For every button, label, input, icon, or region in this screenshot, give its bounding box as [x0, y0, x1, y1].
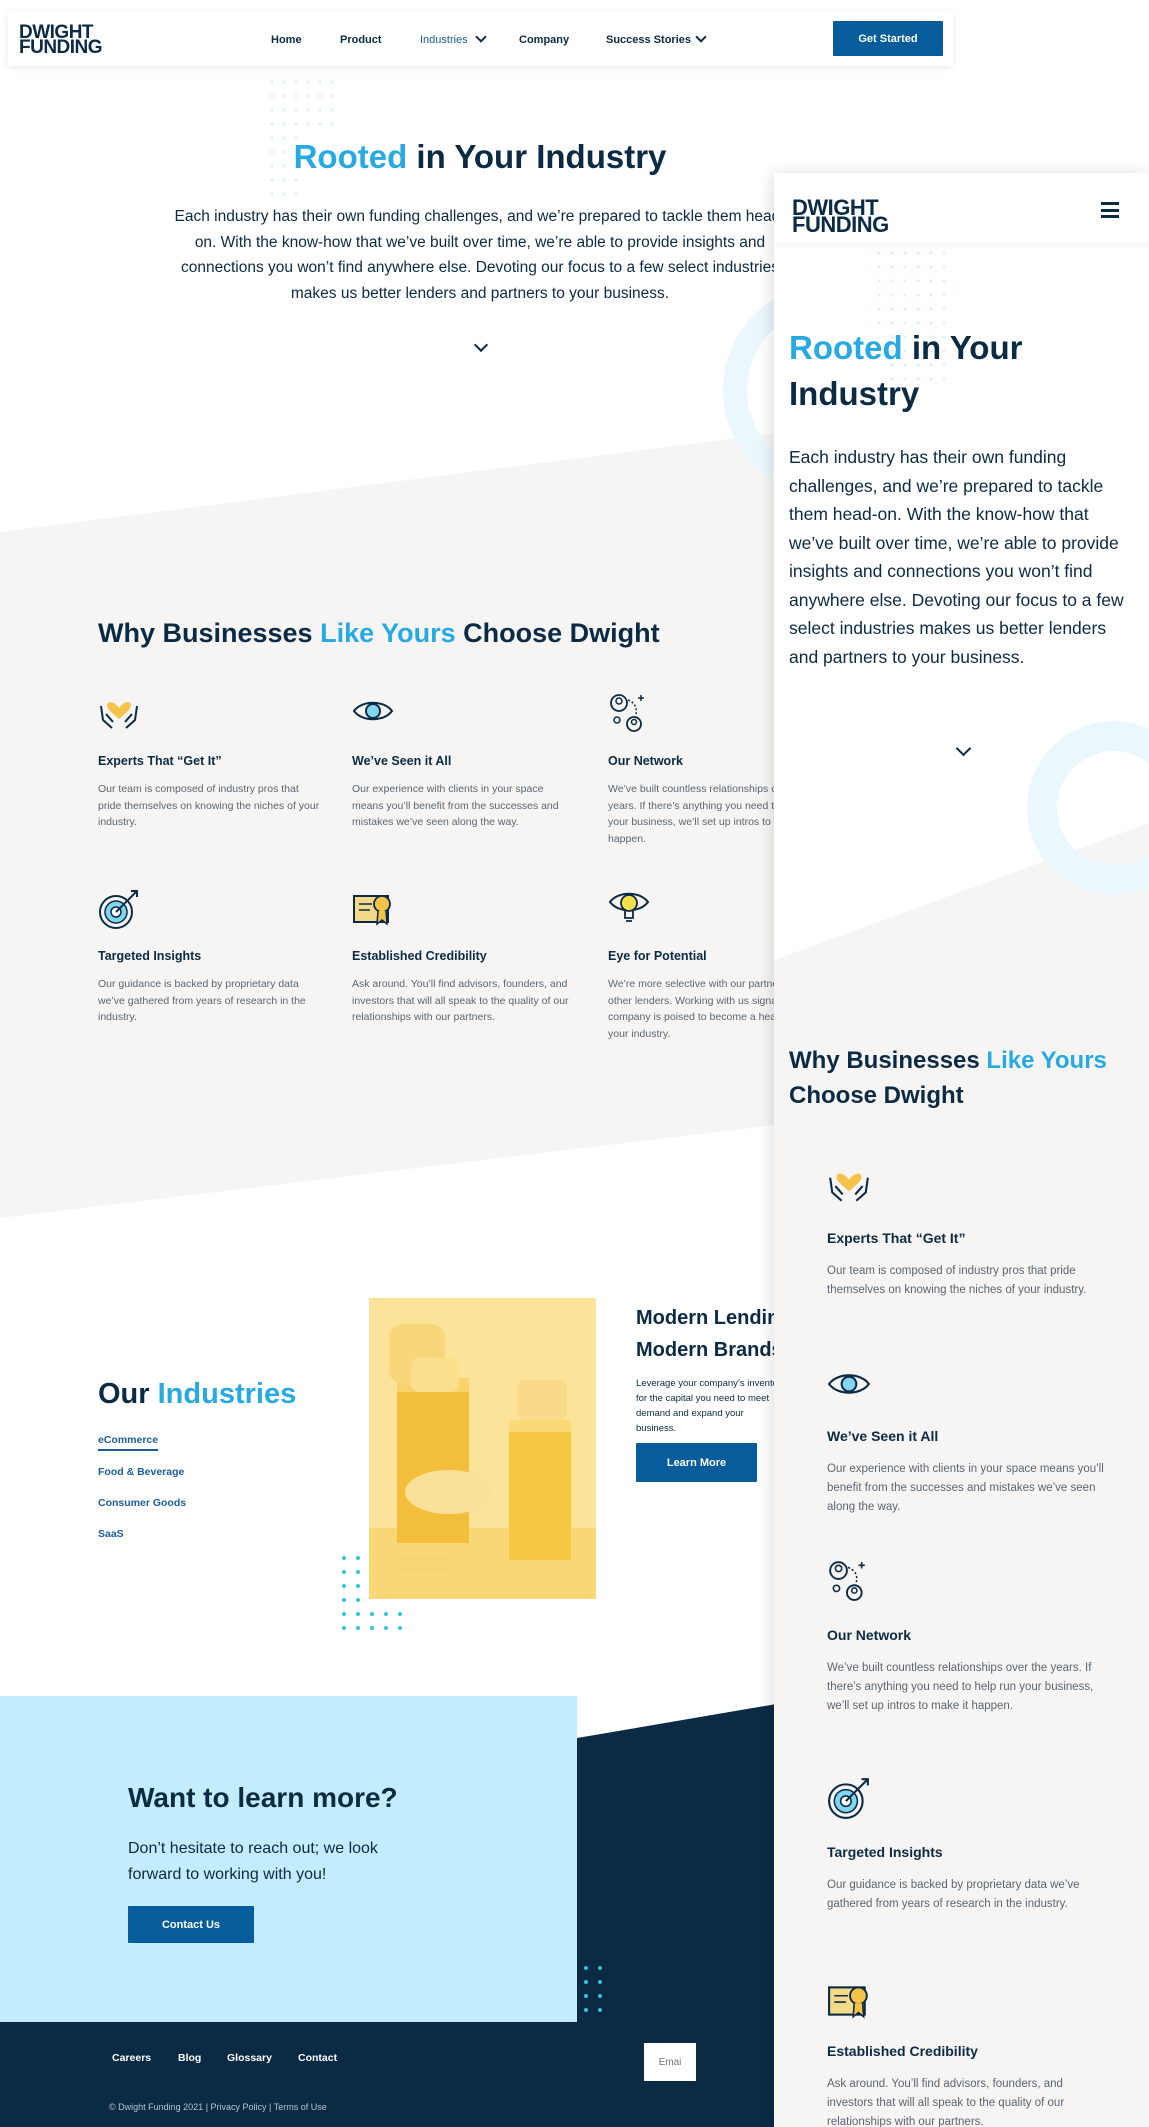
- mobile-why-title-post: Choose Dwight: [789, 1082, 964, 1109]
- footer-link-careers[interactable]: Careers: [112, 2052, 151, 2064]
- industries-title: Our Industries: [98, 1378, 296, 1411]
- industry-link-consumer-goods[interactable]: Consumer Goods: [98, 1497, 186, 1509]
- nav-home[interactable]: Home: [271, 34, 302, 46]
- learn-more-button[interactable]: Learn More: [636, 1443, 757, 1482]
- footer-link-blog[interactable]: Blog: [178, 2052, 201, 2064]
- mobile-certificate-icon: [828, 1986, 868, 2019]
- eye-icon: [352, 701, 394, 721]
- brand-logo[interactable]: DWIGHT FUNDING: [19, 23, 103, 58]
- nav-company[interactable]: Company: [519, 34, 569, 46]
- nav-success-stories[interactable]: Success Stories: [606, 34, 691, 46]
- hero-title: Rooted in Your Industry: [0, 138, 960, 176]
- footer-link-contact[interactable]: Contact: [298, 2052, 337, 2064]
- footer-link-glossary[interactable]: Glossary: [227, 2052, 272, 2064]
- nav-product[interactable]: Product: [340, 34, 382, 46]
- logo-line-2: FUNDING: [19, 37, 103, 58]
- network-icon: [610, 694, 644, 732]
- get-started-button[interactable]: Get Started: [833, 21, 943, 56]
- lightbulb-eye-icon: [608, 892, 650, 922]
- feature-text-insights: Our guidance is backed by proprietary da…: [98, 978, 306, 1023]
- mobile-hands-heart-icon: [829, 1173, 869, 1202]
- cta-text: Don’t hesitate to reach out; we look for…: [128, 1840, 378, 1883]
- mobile-feature-text-experts: Our team is composed of industry pros th…: [827, 1265, 1087, 1296]
- footer-copyright: © Dwight Funding 2021 | Privacy Policy |…: [109, 2102, 327, 2112]
- mobile-feature-title-experts: Experts That “Get It”: [827, 1230, 966, 1246]
- mobile-hero-description: Each industry has their own funding chal…: [789, 447, 1124, 667]
- mobile-why-title: Why Businesses Like Yours Choose Dwight: [789, 1043, 1119, 1113]
- mobile-logo-line-2: FUNDING: [792, 212, 889, 237]
- feature-text-credibility: Ask around. You’ll find advisors, founde…: [352, 978, 569, 1023]
- feature-title-credibility: Established Credibility: [352, 949, 487, 963]
- why-section-title: Why Businesses Like Yours Choose Dwight: [98, 618, 660, 649]
- mobile-hero-title-accent: Rooted: [789, 329, 903, 366]
- hero-title-accent: Rooted: [293, 138, 408, 175]
- industries-title-pre: Our: [98, 1378, 158, 1410]
- hands-heart-icon: [100, 702, 138, 729]
- feature-title-network: Our Network: [608, 754, 684, 768]
- industry-link-food-beverage[interactable]: Food & Beverage: [98, 1466, 184, 1478]
- mobile-feature-text-seen-it-all: Our experience with clients in your spac…: [827, 1463, 1104, 1513]
- mobile-feature-title-seen-it-all: We’ve Seen it All: [827, 1428, 939, 1444]
- mobile-feature-text-credibility: Ask around. You’ll find advisors, founde…: [827, 2078, 1065, 2127]
- mobile-feature-text-insights: Our guidance is backed by proprietary da…: [827, 1879, 1080, 1910]
- industry-link-saas[interactable]: SaaS: [98, 1528, 124, 1540]
- success-stories-chevron-down-icon[interactable]: [695, 31, 707, 43]
- feature-title-seen-it-all: We’ve Seen it All: [352, 754, 452, 768]
- industry-link-ecommerce[interactable]: eCommerce: [98, 1434, 159, 1451]
- mobile-hero-title: Rooted in Your Industry: [789, 325, 1119, 417]
- nav-industries[interactable]: Industries: [420, 34, 468, 46]
- mobile-brand-logo[interactable]: DWIGHT FUNDING: [792, 197, 889, 237]
- mobile-feature-title-network: Our Network: [827, 1627, 912, 1643]
- modern-lending-text: Leverage your company’s inventory for th…: [636, 1378, 786, 1434]
- feature-title-potential: Eye for Potential: [608, 949, 707, 963]
- mobile-feature-title-insights: Targeted Insights: [827, 1844, 943, 1860]
- mobile-target-icon: [828, 1778, 869, 1819]
- industries-title-accent: Industries: [157, 1378, 297, 1410]
- mobile-feature-title-credibility: Established Credibility: [827, 2043, 978, 2059]
- feature-text-experts: Our team is composed of industry pros th…: [98, 783, 320, 828]
- mobile-why-title-accent: Like Yours: [986, 1047, 1107, 1074]
- top-navigation-bar: DWIGHT FUNDING Home Product Industries C…: [8, 12, 953, 66]
- feature-title-insights: Targeted Insights: [98, 949, 202, 963]
- certificate-icon: [353, 895, 391, 926]
- hero-title-rest: in Your Industry: [407, 138, 667, 175]
- footer-email-input[interactable]: [644, 2043, 696, 2081]
- hamburger-icon[interactable]: [1101, 202, 1119, 218]
- why-title-pre: Why Businesses: [98, 618, 321, 648]
- industry-product-image: [369, 1298, 596, 1599]
- industries-chevron-down-icon[interactable]: [475, 31, 487, 43]
- contact-us-button[interactable]: Contact Us: [128, 1906, 254, 1943]
- cta-title: Want to learn more?: [128, 1782, 398, 1813]
- mobile-feature-text-network: We’ve built countless relationships over…: [827, 1662, 1094, 1712]
- mobile-why-title-pre: Why Businesses: [789, 1047, 987, 1074]
- mobile-network-icon: [829, 1561, 865, 1601]
- feature-text-seen-it-all: Our experience with clients in your spac…: [352, 783, 559, 828]
- target-icon: [99, 890, 138, 929]
- feature-title-experts: Experts That “Get It”: [98, 754, 222, 768]
- why-title-accent: Like Yours: [320, 618, 456, 648]
- why-title-post: Choose Dwight: [455, 618, 660, 648]
- mobile-header: DWIGHT FUNDING: [774, 173, 1149, 243]
- mobile-preview-panel: DWIGHT FUNDING Rooted in Your Industry E…: [774, 173, 1149, 2127]
- hero-description: Each industry has their own funding chal…: [174, 208, 786, 302]
- mobile-eye-icon: [827, 1374, 871, 1394]
